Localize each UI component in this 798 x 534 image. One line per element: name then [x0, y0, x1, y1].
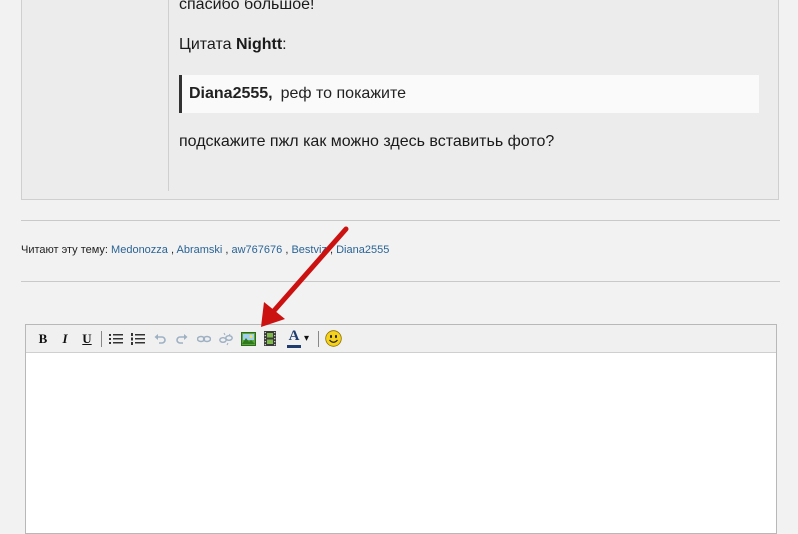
quote-colon: : [282, 36, 287, 53]
quote-user: Diana2555, [189, 85, 273, 102]
numbered-list-icon [131, 332, 145, 345]
editor-toolbar: B I U A ▾ [26, 325, 776, 353]
redo-icon [176, 333, 188, 344]
insert-image-button[interactable] [237, 328, 259, 350]
bullet-list-button[interactable] [105, 328, 127, 350]
emoticon-button[interactable] [322, 328, 344, 350]
quote-text: реф то покажите [280, 85, 407, 102]
smiley-icon [324, 330, 342, 347]
divider-bottom [21, 281, 780, 282]
reader-link[interactable]: Bestviz [291, 244, 326, 256]
quote-author: Nightt [235, 36, 283, 53]
film-icon [264, 331, 276, 346]
chevron-down-icon: ▾ [303, 333, 310, 344]
underline-button[interactable]: U [76, 328, 98, 350]
bullet-list-icon [109, 333, 123, 344]
redo-button[interactable] [171, 328, 193, 350]
font-color-swatch [286, 345, 301, 348]
readers-line: Читают эту тему: Medonozza , Abramski , … [21, 244, 390, 256]
quote-header: Цитата Nightt: [179, 36, 287, 54]
quote-prefix: Цитата [179, 36, 232, 53]
italic-button[interactable]: I [54, 328, 76, 350]
insert-video-button[interactable] [259, 328, 281, 350]
quote-block: Diana2555, реф то покажите [179, 75, 759, 113]
toolbar-separator [318, 330, 319, 347]
editor-text-area[interactable] [26, 353, 776, 533]
reader-link[interactable]: Abramski [176, 244, 222, 256]
link-button[interactable] [193, 328, 215, 350]
toolbar-separator [101, 330, 102, 347]
font-color-button[interactable]: A ▾ [281, 328, 315, 350]
unlink-icon [219, 332, 233, 345]
bold-button[interactable]: B [32, 328, 54, 350]
reader-link[interactable]: Diana2555 [336, 244, 389, 256]
unlink-button[interactable] [215, 328, 237, 350]
post-body: спасибо большое! Цитата Nightt: Diana255… [21, 0, 779, 200]
divider-top [21, 220, 780, 221]
readers-label: Читают эту тему: [21, 244, 108, 256]
reader-link[interactable]: Medonozza [111, 244, 168, 256]
undo-button[interactable] [149, 328, 171, 350]
message-line-question: подскажите пжл как можно здесь вставитьь… [179, 133, 555, 150]
font-color-icon: A [288, 328, 300, 344]
link-icon [197, 335, 211, 342]
undo-icon [154, 333, 166, 344]
reply-editor: B I U A ▾ [25, 324, 777, 534]
post-divider [168, 0, 169, 191]
reader-link[interactable]: aw767676 [232, 244, 283, 256]
message-line-thanks: спасибо большое! [179, 0, 315, 13]
numbered-list-button[interactable] [127, 328, 149, 350]
insert-image-icon [240, 331, 256, 346]
